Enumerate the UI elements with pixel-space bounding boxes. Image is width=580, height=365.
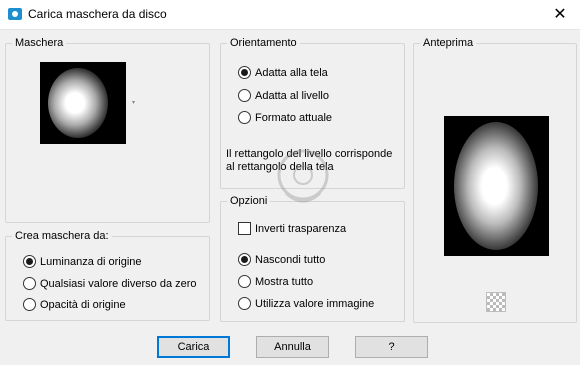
orientamento-label: Orientamento bbox=[227, 36, 300, 50]
radio-nascondi-tutto-label: Nascondi tutto bbox=[255, 254, 326, 266]
anteprima-group: Anteprima bbox=[413, 36, 577, 323]
checkbox-inverti-label: Inverti trasparenza bbox=[255, 223, 347, 235]
crea-maschera-group: Crea maschera da: Luminanza di origine Q… bbox=[5, 229, 210, 321]
help-button[interactable]: ? bbox=[355, 336, 428, 358]
opzioni-label: Opzioni bbox=[227, 194, 271, 208]
crea-maschera-label: Crea maschera da: bbox=[12, 229, 112, 243]
radio-utilizza-valore-control[interactable] bbox=[238, 297, 251, 310]
radio-opacita-label: Opacità di origine bbox=[40, 299, 126, 311]
radio-adatta-livello-control[interactable] bbox=[238, 89, 251, 102]
radio-mostra-tutto-control[interactable] bbox=[238, 275, 251, 288]
radio-formato-attuale-control[interactable] bbox=[238, 111, 251, 124]
title-bar: Carica maschera da disco ✕ bbox=[0, 0, 580, 30]
radio-adatta-tela-label: Adatta alla tela bbox=[255, 67, 328, 79]
orientamento-group: Orientamento Adatta alla tela Adatta al … bbox=[220, 36, 405, 189]
window-title: Carica maschera da disco bbox=[28, 7, 167, 21]
app-icon bbox=[8, 8, 22, 20]
radio-luminanza-control[interactable] bbox=[23, 255, 36, 268]
radio-adatta-livello-label: Adatta al livello bbox=[255, 90, 329, 102]
orientation-note: Il rettangolo del livello corrisponde al… bbox=[226, 148, 393, 173]
radio-adatta-tela-control[interactable] bbox=[238, 66, 251, 79]
annulla-button[interactable]: Annulla bbox=[256, 336, 329, 358]
opzioni-group: Opzioni Inverti trasparenza Nascondi tut… bbox=[220, 194, 405, 322]
radio-qualsiasi-valore-control[interactable] bbox=[23, 277, 36, 290]
preview-image bbox=[444, 116, 549, 256]
anteprima-label: Anteprima bbox=[420, 36, 477, 50]
carica-button[interactable]: Carica bbox=[157, 336, 230, 358]
close-icon[interactable]: ✕ bbox=[550, 5, 570, 25]
mask-thumbnail[interactable] bbox=[40, 62, 126, 144]
radio-luminanza-label: Luminanza di origine bbox=[40, 256, 142, 268]
radio-formato-attuale-label: Formato attuale bbox=[255, 112, 333, 124]
radio-opacita-control[interactable] bbox=[23, 298, 36, 311]
maschera-label: Maschera bbox=[12, 36, 67, 50]
radio-nascondi-tutto-control[interactable] bbox=[238, 253, 251, 266]
maschera-group: Maschera ▾ bbox=[5, 36, 210, 223]
radio-qualsiasi-valore-label: Qualsiasi valore diverso da zero bbox=[40, 278, 197, 290]
radio-utilizza-valore-label: Utilizza valore immagine bbox=[255, 298, 375, 310]
dropdown-arrow-icon[interactable]: ▾ bbox=[132, 99, 135, 106]
checkbox-inverti-control[interactable] bbox=[238, 222, 251, 235]
radio-mostra-tutto-label: Mostra tutto bbox=[255, 276, 314, 288]
transparency-toggle-icon[interactable] bbox=[486, 292, 506, 312]
